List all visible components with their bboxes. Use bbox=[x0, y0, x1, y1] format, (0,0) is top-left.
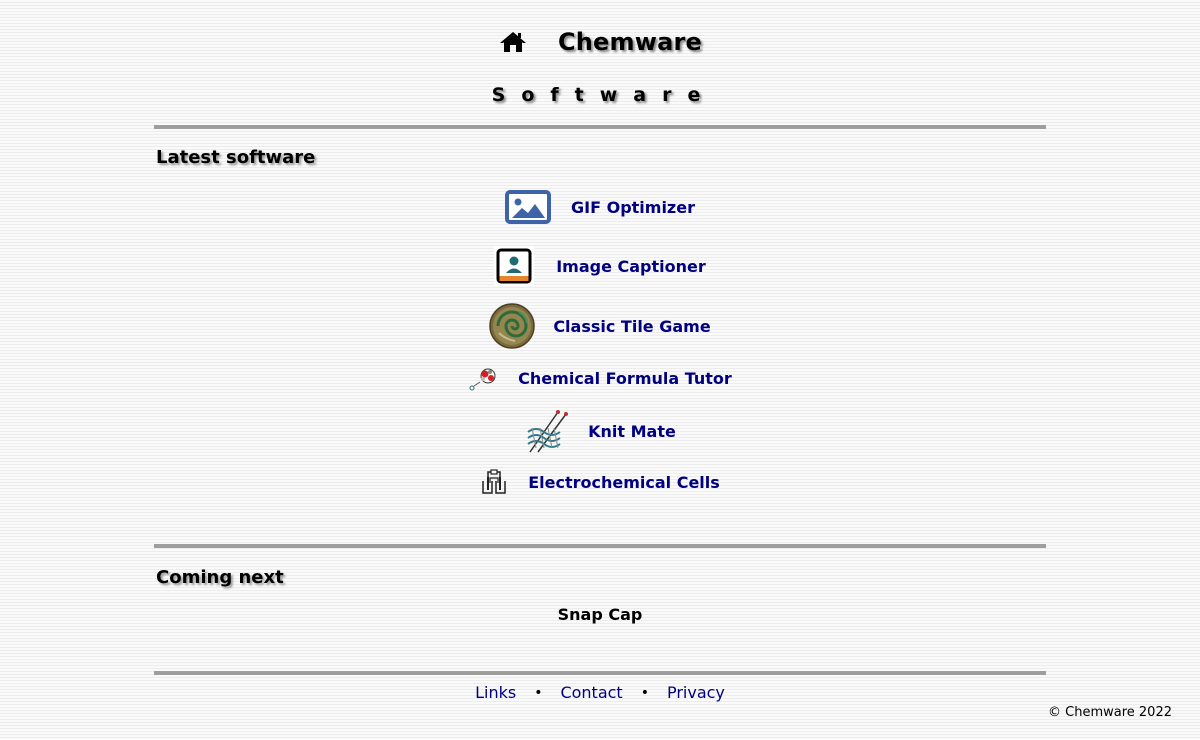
software-item-gif-optimizer: GIF Optimizer bbox=[0, 188, 1200, 226]
footer-nav: Links • Contact • Privacy bbox=[0, 683, 1200, 702]
page-subtitle: Software bbox=[491, 84, 717, 106]
image-picture-icon[interactable] bbox=[505, 189, 551, 225]
molecule-icon[interactable] bbox=[468, 364, 498, 392]
tile-medallion-icon[interactable] bbox=[489, 303, 536, 349]
divider bbox=[154, 125, 1046, 129]
divider bbox=[154, 671, 1046, 675]
software-item-knit-mate: Knit Mate bbox=[0, 408, 1200, 454]
software-item-image-captioner: Image Captioner bbox=[0, 246, 1200, 286]
software-item-chemical-formula-tutor: Chemical Formula Tutor bbox=[0, 364, 1200, 392]
coming-next-item: Snap Cap bbox=[557, 605, 643, 624]
software-link[interactable]: Electrochemical Cells bbox=[528, 473, 720, 492]
footer-link-links[interactable]: Links bbox=[475, 683, 516, 702]
home-link[interactable] bbox=[498, 27, 528, 57]
portrait-frame-icon[interactable] bbox=[494, 246, 535, 286]
footer-separator: • bbox=[534, 684, 543, 701]
knitting-needles-icon[interactable] bbox=[524, 408, 569, 454]
software-link[interactable]: Knit Mate bbox=[588, 422, 676, 441]
software-link[interactable]: GIF Optimizer bbox=[571, 198, 695, 217]
software-link[interactable]: Image Captioner bbox=[556, 257, 706, 276]
electrochemical-cell-icon[interactable] bbox=[480, 469, 508, 495]
coming-next-heading: Coming next bbox=[156, 567, 284, 588]
software-link[interactable]: Chemical Formula Tutor bbox=[518, 369, 732, 388]
latest-software-heading: Latest software bbox=[156, 147, 316, 168]
site-header: Chemware bbox=[0, 24, 1200, 60]
software-item-classic-tile-game: Classic Tile Game bbox=[0, 303, 1200, 349]
footer-link-privacy[interactable]: Privacy bbox=[667, 683, 725, 702]
copyright-notice: © Chemware 2022 bbox=[1048, 705, 1172, 720]
footer-link-contact[interactable]: Contact bbox=[560, 683, 622, 702]
footer-separator: • bbox=[640, 684, 649, 701]
software-item-electrochemical-cells: Electrochemical Cells bbox=[0, 468, 1200, 496]
home-icon bbox=[499, 32, 526, 52]
site-title: Chemware bbox=[557, 28, 703, 56]
divider bbox=[154, 544, 1046, 548]
software-link[interactable]: Classic Tile Game bbox=[553, 317, 710, 336]
